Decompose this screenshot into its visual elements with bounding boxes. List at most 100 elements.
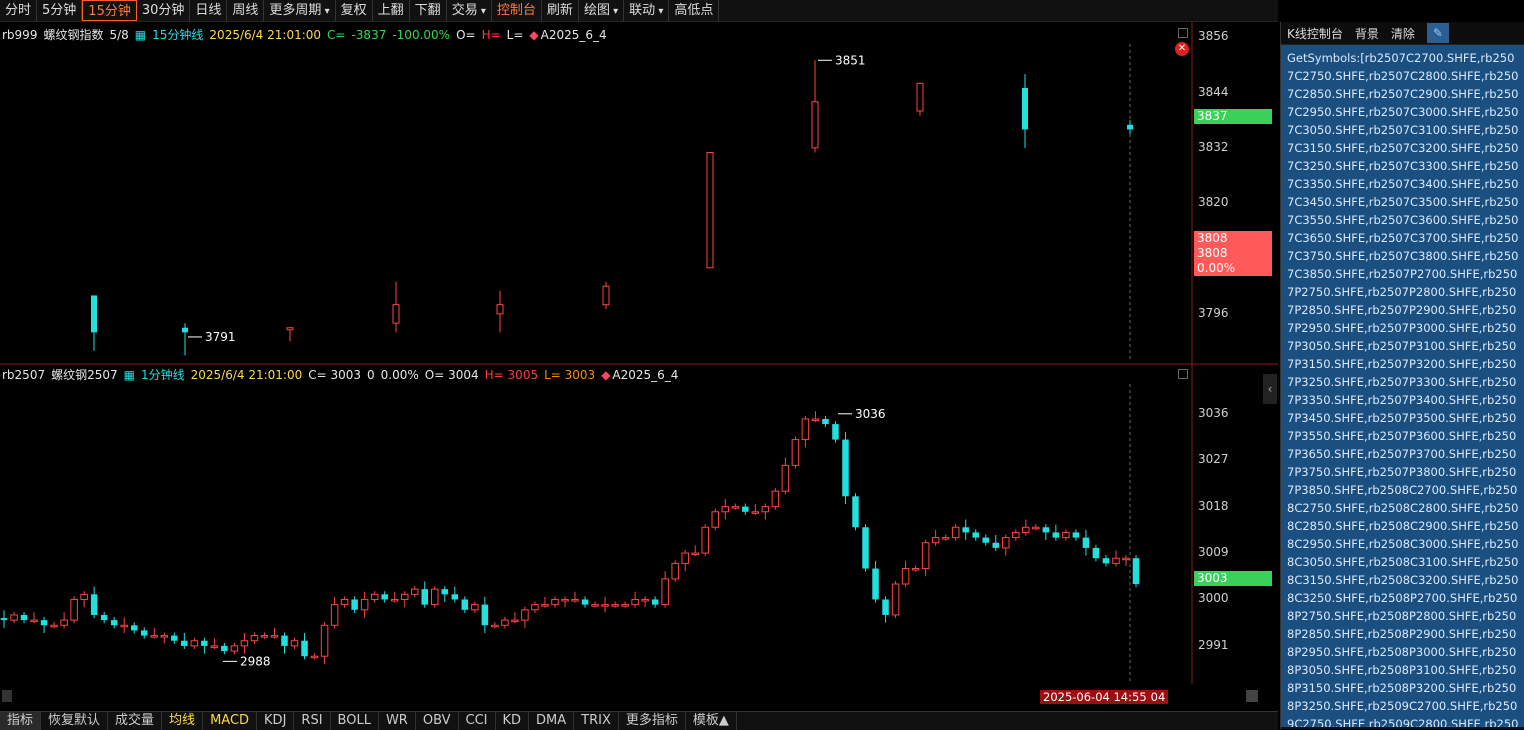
toolbar-btn-2[interactable]: 15分钟 bbox=[82, 0, 137, 21]
scroll-left-icon[interactable] bbox=[2, 690, 12, 702]
grid-icon[interactable]: ▦ bbox=[124, 368, 135, 382]
chart2-candle bbox=[10, 614, 18, 621]
toolbar-btn-1[interactable]: 5分钟 bbox=[37, 0, 83, 21]
scroll-right-icon[interactable] bbox=[1246, 690, 1258, 702]
indicator-tab-8[interactable]: WR bbox=[379, 712, 416, 730]
chart2-candle bbox=[581, 599, 589, 605]
chart2-candle bbox=[110, 620, 118, 626]
chart1-c-value: -3837 bbox=[351, 28, 387, 42]
toolbar-btn-8[interactable]: 上翻 bbox=[373, 0, 410, 21]
chart2-candle bbox=[210, 645, 219, 648]
time-scrollbar[interactable]: 2025-06-04 14:55 04 bbox=[0, 690, 1278, 704]
chart2-candle bbox=[521, 609, 529, 621]
chart2-candle bbox=[481, 604, 489, 626]
toolbar-btn-6[interactable]: 更多周期 bbox=[264, 0, 336, 21]
chart2-candle bbox=[501, 619, 509, 626]
indicator-bar: 指标 恢复默认 成交量 均线 MACD KDJ RSI BOLL WR OBV CCI KD DMA TR… bbox=[0, 711, 1278, 730]
chart1-maximize-icon[interactable] bbox=[1178, 28, 1188, 38]
indicator-tab-4[interactable]: MACD bbox=[203, 712, 258, 730]
chart2-candle bbox=[671, 562, 679, 580]
indicator-tab-15[interactable]: 模板▲ bbox=[686, 712, 737, 730]
chart2-candle bbox=[181, 640, 188, 646]
chart2-candle bbox=[370, 593, 379, 600]
chart2-candle bbox=[621, 604, 629, 607]
toolbar-btn-13[interactable]: 绘图 bbox=[579, 0, 625, 21]
indicator-tab-3[interactable]: 均线 bbox=[162, 712, 204, 730]
chart2-candle bbox=[1012, 531, 1020, 539]
chart2-candle bbox=[60, 619, 68, 626]
chart2-candle bbox=[631, 598, 639, 606]
chart2-candle bbox=[290, 640, 299, 647]
chart2-candle bbox=[681, 552, 689, 564]
chart2-candle bbox=[931, 537, 940, 544]
toolbar-btn-5[interactable]: 周线 bbox=[227, 0, 265, 21]
indicator-tab-14[interactable]: 更多指标 bbox=[619, 712, 686, 730]
panel-collapse-icon[interactable]: ‹ bbox=[1263, 374, 1277, 404]
chart2-candle bbox=[260, 635, 269, 638]
chart2-candle bbox=[120, 624, 128, 628]
indicator-tab-9[interactable]: OBV bbox=[416, 712, 459, 730]
chart2-candle bbox=[461, 599, 469, 610]
chart2-candle bbox=[601, 604, 609, 607]
chart2-candle bbox=[611, 604, 619, 607]
indicator-tab-12[interactable]: DMA bbox=[529, 712, 575, 730]
toolbar-btn-9[interactable]: 下翻 bbox=[410, 0, 447, 21]
chart2-candle bbox=[491, 624, 499, 628]
chart2-candle bbox=[832, 424, 839, 440]
chart2-candle bbox=[651, 599, 659, 605]
toolbar-btn-4[interactable]: 日线 bbox=[190, 0, 228, 21]
toolbar-btn-11[interactable]: 控制台 bbox=[492, 0, 542, 21]
indicator-tab-0[interactable]: 指标 bbox=[0, 712, 42, 730]
indicator-tab-5[interactable]: KDJ bbox=[257, 712, 295, 730]
chart2-candle bbox=[822, 418, 829, 425]
chart2-candle bbox=[701, 526, 709, 554]
clear-button[interactable]: 清除 bbox=[1391, 25, 1415, 42]
timestamp-text: 2025-06-04 14:55 bbox=[1043, 690, 1147, 704]
chart2-candle bbox=[691, 552, 699, 556]
toolbar-btn-10[interactable]: 交易 bbox=[447, 0, 492, 21]
kline-chart-svg[interactable]: 3851 3791 3036 2988 bbox=[0, 22, 1278, 684]
chart2-candle bbox=[221, 645, 228, 652]
chart2-candle bbox=[330, 604, 339, 626]
chart1-candle bbox=[916, 82, 924, 112]
indicator-tab-7[interactable]: BOLL bbox=[331, 712, 379, 730]
chart1-period: 15分钟线 bbox=[152, 28, 204, 42]
indicator-tab-13[interactable]: TRIX bbox=[574, 712, 619, 730]
chart1-high-mark: 3851 bbox=[835, 53, 866, 67]
chart2-candle bbox=[751, 511, 760, 514]
background-button[interactable]: 背景 bbox=[1355, 25, 1379, 42]
chart1-tag: A2025_6_4 bbox=[540, 28, 607, 42]
toolbar-btn-12[interactable]: 刷新 bbox=[542, 0, 579, 21]
indicator-tab-2[interactable]: 成交量 bbox=[108, 712, 163, 730]
chart2-candle bbox=[301, 640, 308, 657]
chart2-candle bbox=[801, 418, 810, 441]
toolbar-btn-14[interactable]: 联动 bbox=[624, 0, 670, 21]
indicator-tab-6[interactable]: RSI bbox=[294, 712, 331, 730]
chart1-h: H= bbox=[481, 28, 501, 42]
chart2-maximize-icon[interactable] bbox=[1178, 369, 1188, 379]
toolbar-btn-3[interactable]: 30分钟 bbox=[137, 0, 191, 21]
close-icon[interactable]: ✕ bbox=[1175, 42, 1189, 56]
chart2-candle bbox=[320, 624, 329, 657]
chart2-h: H= 3005 bbox=[484, 368, 539, 382]
chart1-symbol: rb999 bbox=[2, 28, 38, 42]
pin-icon[interactable]: ✎ bbox=[1426, 23, 1449, 43]
axis2-tick-3: 3009 bbox=[1198, 545, 1229, 560]
chart2-candle bbox=[421, 589, 428, 605]
grid-icon[interactable]: ▦ bbox=[135, 28, 146, 42]
toolbar-btn-7[interactable]: 复权 bbox=[336, 0, 373, 21]
chart-area[interactable]: 3851 3791 3036 2988 rb999 螺纹钢指数 5/8 ▦ 15分钟线 2025… bbox=[0, 22, 1278, 684]
indicator-tab-10[interactable]: CCI bbox=[459, 712, 496, 730]
chart2-candle bbox=[340, 598, 349, 606]
chart2-candle bbox=[731, 506, 740, 509]
toolbar-btn-0[interactable]: 分时 bbox=[0, 0, 38, 21]
chart2-candle bbox=[711, 511, 720, 528]
chart2-candle bbox=[1072, 532, 1080, 538]
indicator-tab-11[interactable]: KD bbox=[496, 712, 530, 730]
indicator-tab-1[interactable]: 恢复默认 bbox=[41, 712, 109, 730]
chart2-candle bbox=[140, 630, 148, 636]
chart1-candle bbox=[1127, 124, 1133, 130]
chart1-c-label: C= bbox=[327, 28, 346, 42]
toolbar-btn-15[interactable]: 高低点 bbox=[669, 0, 720, 21]
chart2-candle bbox=[972, 532, 979, 538]
